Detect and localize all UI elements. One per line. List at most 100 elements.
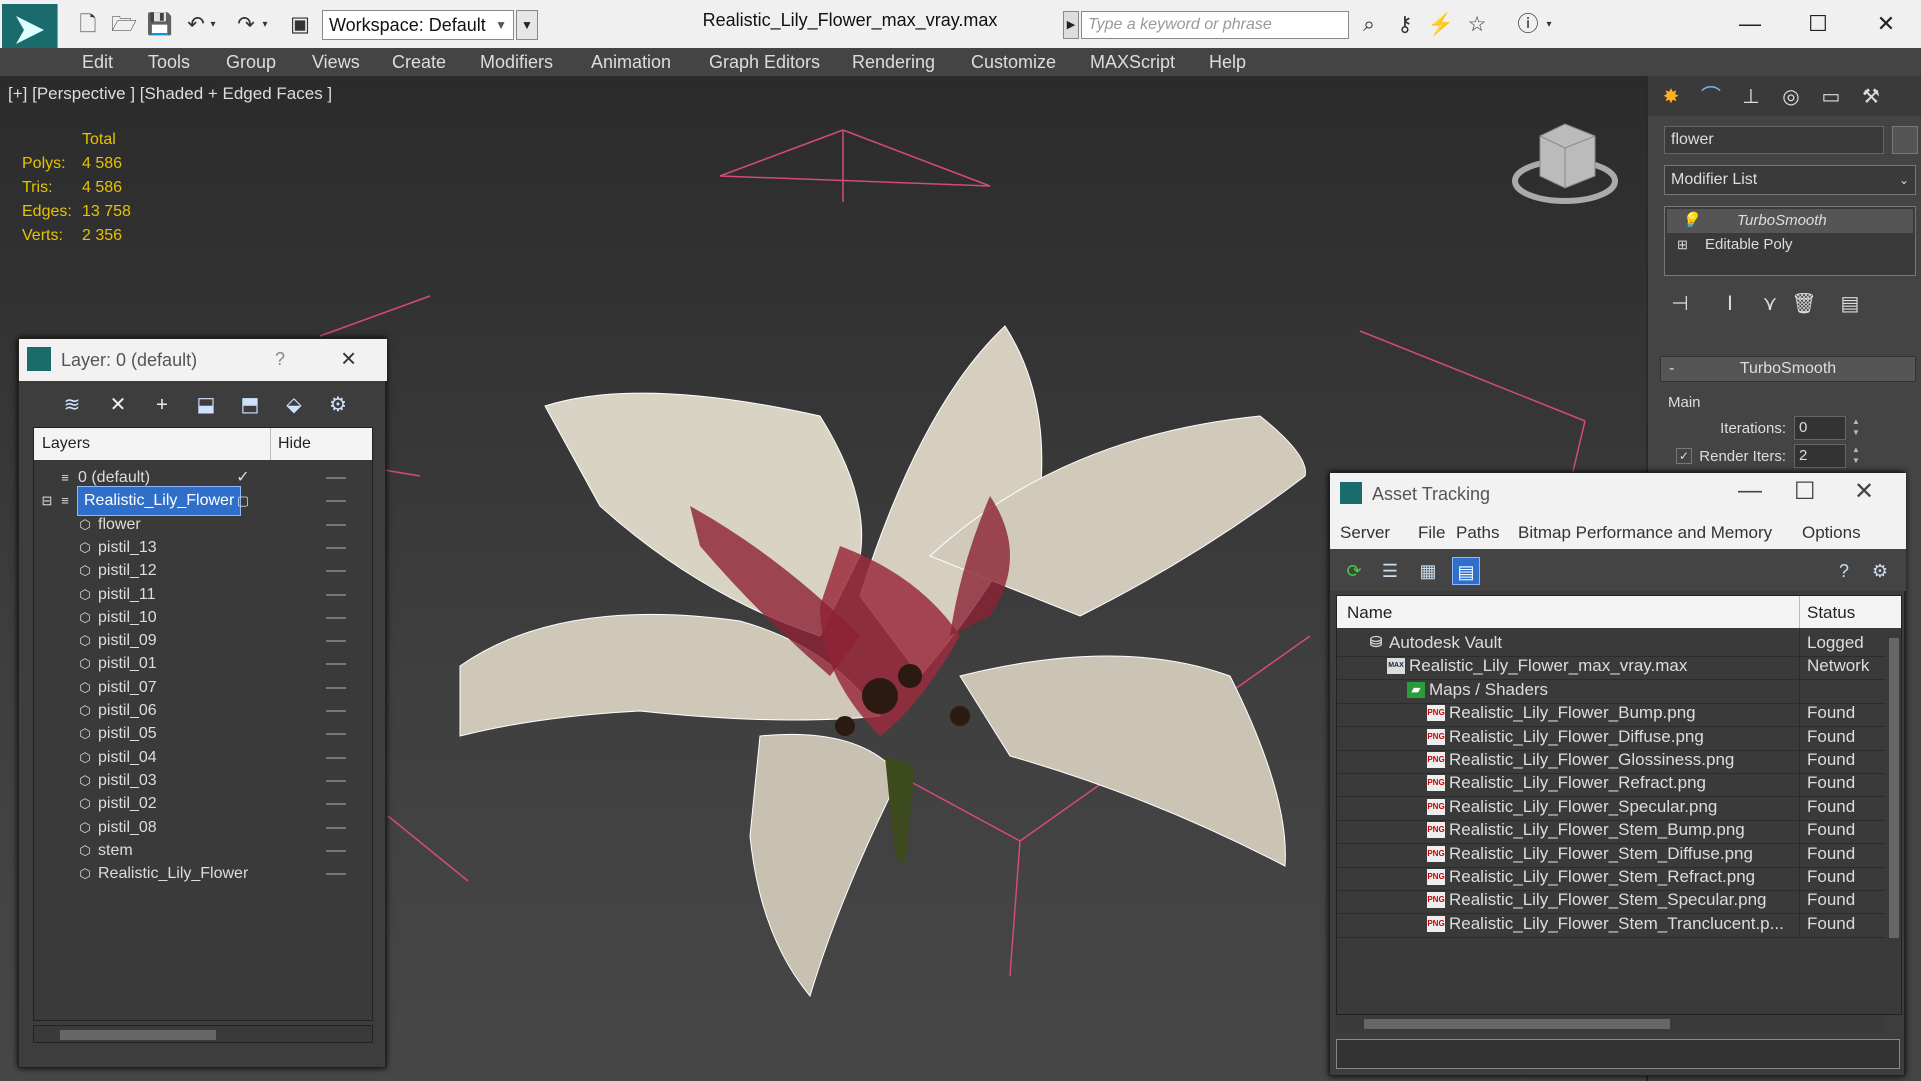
vertical-scrollbar[interactable] (1885, 628, 1901, 1014)
show-end-result-icon[interactable]: Ⅰ (1714, 288, 1746, 320)
hide-toggle[interactable] (326, 710, 346, 712)
menu-edit[interactable]: Edit (82, 48, 113, 76)
horizontal-scrollbar[interactable] (1336, 1015, 1884, 1033)
turbosmooth-rollout-header[interactable]: - TurboSmooth (1660, 356, 1916, 382)
menu-options[interactable]: Options (1802, 523, 1861, 543)
menu-customize[interactable]: Customize (971, 48, 1056, 76)
help-button[interactable]: ? (275, 349, 285, 370)
hide-toggle[interactable] (326, 663, 346, 666)
highlight-layer-icon[interactable]: ⬙ (279, 391, 309, 419)
close-icon[interactable]: ✕ (1858, 6, 1914, 42)
delete-layer-icon[interactable]: ✕ (103, 391, 133, 419)
project-folder-icon[interactable]: ▣ (286, 12, 314, 38)
object-name-field[interactable]: flower (1664, 126, 1884, 154)
search-expand-icon[interactable]: ▶ (1063, 11, 1079, 39)
scrollbar-thumb[interactable] (60, 1030, 216, 1040)
binoculars-icon[interactable]: ⌕ (1355, 12, 1383, 38)
hierarchy-tab-icon[interactable]: ⊥ (1734, 82, 1768, 112)
minimize-icon[interactable]: — (1738, 477, 1762, 505)
scrollbar-thumb[interactable] (1889, 638, 1899, 938)
hide-toggle[interactable] (326, 546, 346, 549)
stack-item-editable-poly[interactable]: ⊞ Editable Poly (1667, 233, 1913, 257)
menu-views[interactable]: Views (312, 48, 360, 76)
select-in-layer-icon[interactable]: ⬒ (235, 391, 265, 419)
modify-tab-icon[interactable]: ⌒ (1694, 82, 1728, 112)
hide-toggle[interactable] (326, 779, 346, 782)
motion-tab-icon[interactable]: ◎ (1774, 82, 1808, 112)
layer-row[interactable]: ⬡ Realistic_Lily_Flower (34, 860, 372, 888)
redo-icon[interactable]: ↷ (232, 12, 260, 38)
search-input[interactable] (1081, 11, 1349, 39)
hide-toggle[interactable] (326, 686, 346, 689)
hide-toggle[interactable] (326, 477, 346, 479)
display-tab-icon[interactable]: ▭ (1814, 82, 1848, 112)
object-color-swatch[interactable] (1892, 126, 1918, 154)
menu-server[interactable]: Server (1340, 523, 1390, 543)
maximize-icon[interactable]: ☐ (1790, 6, 1846, 42)
help-dropdown-icon[interactable]: ▾ (1542, 12, 1556, 38)
menu-maxscript[interactable]: MAXScript (1090, 48, 1175, 76)
create-tab-icon[interactable]: ✸ (1654, 82, 1688, 112)
menu-paths[interactable]: Paths (1456, 523, 1499, 543)
utilities-tab-icon[interactable]: ⚒ (1854, 82, 1888, 112)
hide-toggle[interactable] (326, 640, 346, 643)
hide-toggle[interactable] (326, 616, 346, 619)
hide-toggle[interactable] (326, 803, 346, 806)
menu-animation[interactable]: Animation (591, 48, 671, 76)
hide-toggle[interactable] (326, 733, 346, 736)
hide-toggle[interactable] (326, 826, 346, 829)
close-icon[interactable]: × (341, 343, 356, 374)
table-view-icon[interactable]: ▤ (1452, 557, 1480, 585)
configure-sets-icon[interactable]: ▤ (1834, 288, 1866, 320)
asset-row[interactable]: PNG Realistic_Lily_Flower_Stem_Tranclucen… (1337, 909, 1885, 938)
thumbnail-view-icon[interactable]: ▦ (1414, 557, 1442, 585)
menu-tools[interactable]: Tools (148, 48, 190, 76)
undo-dropdown-icon[interactable]: ▾ (206, 12, 220, 38)
refresh-icon[interactable]: ⟳ (1340, 557, 1368, 585)
scrollbar-thumb[interactable] (1364, 1019, 1670, 1029)
render-iters-spinner-arrows[interactable]: ▲ ▼ (1850, 444, 1862, 468)
workspace-menu-button[interactable]: ▼ (516, 10, 538, 40)
menu-graph-editors[interactable]: Graph Editors (709, 48, 820, 76)
hide-toggle[interactable] (326, 873, 346, 876)
iterations-spinner-arrows[interactable]: ▲ ▼ (1850, 416, 1862, 440)
menu-modifiers[interactable]: Modifiers (480, 48, 553, 76)
collapse-icon[interactable]: ⊟ (40, 494, 54, 508)
favorites-star-icon[interactable]: ☆ (1463, 12, 1491, 38)
highlight-help-icon[interactable]: ⚙ (1866, 557, 1894, 585)
list-view-icon[interactable]: ☰ (1376, 557, 1404, 585)
add-to-layer-icon[interactable]: ⬓ (191, 391, 221, 419)
new-file-icon[interactable]: 🗋 (74, 12, 102, 38)
pin-stack-icon[interactable]: ⊣ (1664, 288, 1696, 320)
stack-item-turbosmooth[interactable]: 💡 TurboSmooth (1667, 209, 1913, 233)
column-name[interactable]: Name (1347, 603, 1392, 623)
layers-stack-icon[interactable]: ≋ (57, 391, 87, 419)
iterations-spinner[interactable]: 0 (1794, 416, 1846, 440)
menu-create[interactable]: Create (392, 48, 446, 76)
layer-explorer-titlebar[interactable]: Layer: 0 (default) ? × (19, 339, 387, 381)
menu-bitmap-performance[interactable]: Bitmap Performance and Memory (1518, 523, 1772, 543)
communication-icon[interactable]: ⚡ (1427, 12, 1455, 38)
set-current-layer-icon[interactable]: ▢ (236, 494, 250, 508)
workspace-select[interactable]: Workspace: Default ▼ (322, 10, 514, 40)
menu-rendering[interactable]: Rendering (852, 48, 935, 76)
column-layers[interactable]: Layers (42, 435, 90, 453)
modifier-list-dropdown[interactable]: Modifier List ⌄ (1664, 165, 1916, 195)
close-icon[interactable]: ✕ (1854, 477, 1874, 506)
expand-plus-icon[interactable]: ⊞ (1677, 233, 1688, 257)
menu-file[interactable]: File (1418, 523, 1445, 543)
maximize-icon[interactable]: ☐ (1794, 477, 1816, 506)
key-icon[interactable]: ⚷ (1391, 12, 1419, 38)
layer-properties-icon[interactable]: ⚙ (323, 391, 353, 419)
open-file-icon[interactable]: 🗁 (110, 12, 138, 38)
save-icon[interactable]: 💾 (146, 12, 174, 38)
column-hide[interactable]: Hide (278, 435, 311, 453)
render-iters-spinner[interactable]: 2 (1794, 444, 1846, 468)
menu-help[interactable]: Help (1209, 48, 1246, 76)
current-layer-check-icon[interactable]: ✓ (236, 470, 250, 486)
create-layer-icon[interactable]: + (147, 391, 177, 419)
viewport-label[interactable]: [+] [Perspective ] [Shaded + Edged Faces… (8, 84, 332, 104)
column-status[interactable]: Status (1807, 603, 1855, 623)
horizontal-scrollbar[interactable] (33, 1025, 373, 1043)
help-icon[interactable]: ⓘ (1514, 12, 1542, 38)
